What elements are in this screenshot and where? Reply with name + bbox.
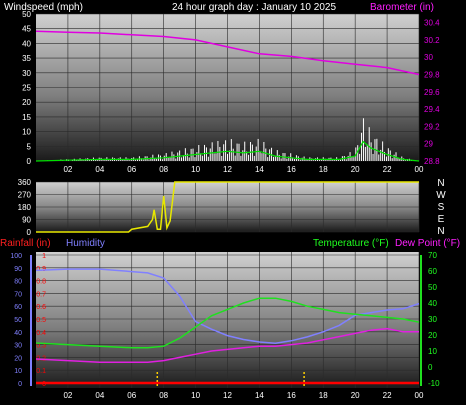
barometer-axis-label: Barometer (in): [370, 2, 434, 13]
top-x-tick-label: 16: [287, 165, 296, 174]
temperature-tick-label: 70: [428, 251, 437, 260]
weather-graph: Windspeed (mph) 24 hour graph day : Janu…: [0, 0, 466, 400]
barometer-tick-label: 30.4: [424, 19, 440, 28]
barometer-tick-label: 29.8: [424, 71, 440, 80]
bottom-x-tick-label: 12: [223, 391, 232, 400]
barometer-tick-label: 30.2: [424, 36, 440, 45]
bottom-x-tick-label: 04: [95, 391, 104, 400]
humidity-tick-label: 30: [14, 343, 22, 350]
rainfall-tick-label: 0.6: [36, 304, 46, 311]
barometer-tick-label: 29.6: [424, 88, 440, 97]
direction-tick-label: 360: [18, 178, 32, 187]
windspeed-tick-label: 35: [22, 54, 31, 63]
humidity-tick-label: 0: [18, 381, 22, 388]
windspeed-tick-label: 15: [22, 113, 31, 122]
top-x-tick-label: 08: [159, 165, 168, 174]
windspeed-tick-label: 25: [22, 84, 31, 93]
bottom-x-tick-label: 08: [159, 391, 168, 400]
top-x-tick-label: 06: [127, 165, 136, 174]
top-x-tick-label: 22: [383, 165, 392, 174]
temperature-tick-label: -10: [428, 379, 440, 388]
humidity-tick-label: 100: [10, 253, 22, 260]
windspeed-tick-label: 20: [22, 98, 31, 107]
direction-tick-label: 180: [18, 203, 32, 212]
dewpoint-axis-label: Dew Point (°F): [395, 238, 460, 249]
temperature-tick-label: 40: [428, 299, 437, 308]
humidity-tick-label: 70: [14, 291, 22, 298]
bottom-x-tick-label: 14: [255, 391, 264, 400]
bottom-x-tick-label: 06: [127, 391, 136, 400]
chart-title: 24 hour graph day : January 10 2025: [172, 2, 336, 13]
top-x-tick-label: 02: [63, 165, 72, 174]
rainfall-tick-label: 0.7: [36, 291, 46, 298]
humidity-tick-label: 50: [14, 317, 22, 324]
direction-tick-label: 270: [18, 191, 32, 200]
barometer-ticks: 30.4 30.2 30 29.8 29.6 29.4 29.2 29 28.8: [424, 19, 440, 166]
windspeed-tick-label: 10: [22, 128, 31, 137]
windspeed-tick-label: 45: [22, 25, 31, 34]
direction-tick-label: 90: [22, 216, 31, 225]
compass-letter: N: [437, 226, 444, 237]
humidity-axis-label: Humidity: [66, 238, 105, 249]
bottom-x-ticks: 02 04 06 08 10 12 14 16 18 20 22 00: [63, 391, 424, 400]
barometer-tick-label: 30: [424, 53, 433, 62]
humidity-tick-label: 80: [14, 279, 22, 286]
compass-letter: E: [438, 214, 445, 225]
bottom-x-tick-label: 16: [287, 391, 296, 400]
compass-labels: NWSEN: [436, 178, 446, 237]
barometer-tick-label: 29: [424, 140, 433, 149]
temperature-axis-label: Temperature (°F): [313, 238, 389, 249]
top-x-tick-label: 12: [223, 165, 232, 174]
compass-letter: W: [436, 190, 446, 201]
bottom-x-tick-label: 00: [415, 391, 424, 400]
barometer-tick-label: 29.4: [424, 105, 440, 114]
direction-ticks: 360 270 180 90 0: [18, 178, 32, 237]
top-x-tick-label: 14: [255, 165, 264, 174]
windspeed-tick-label: 40: [22, 39, 31, 48]
rainfall-tick-label: 0.1: [36, 368, 46, 375]
rainfall-tick-label: 0.5: [36, 317, 46, 324]
windspeed-tick-label: 50: [22, 10, 31, 19]
rainfall-axis-label: Rainfall (in): [0, 238, 51, 249]
temperature-tick-label: 50: [428, 283, 437, 292]
rainfall-tick-label: 0.4: [36, 330, 46, 337]
bottom-x-tick-label: 18: [319, 391, 328, 400]
windspeed-ticks: 50454035302520151050: [22, 10, 31, 166]
bottom-x-tick-label: 10: [191, 391, 200, 400]
top-x-ticks: 02 04 06 08 10 12 14 16 18 20 22 00: [63, 165, 424, 174]
bottom-x-tick-label: 02: [63, 391, 72, 400]
temperature-tick-label: 60: [428, 267, 437, 276]
direction-tick-label: 0: [27, 228, 32, 237]
windspeed-tick-label: 5: [27, 142, 32, 151]
top-x-tick-label: 20: [351, 165, 360, 174]
humidity-tick-label: 20: [14, 355, 22, 362]
windspeed-tick-label: 0: [27, 157, 32, 166]
top-x-tick-label: 04: [95, 165, 104, 174]
bottom-x-tick-label: 22: [383, 391, 392, 400]
rainfall-tick-label: 1: [42, 253, 46, 260]
barometer-tick-label: 28.8: [424, 157, 440, 166]
compass-letter: N: [437, 178, 444, 189]
windspeed-axis-label: Windspeed (mph): [4, 2, 83, 13]
humidity-ticks: 1009080706050403020100: [10, 253, 22, 388]
temperature-tick-label: 10: [428, 347, 437, 356]
humidity-tick-label: 60: [14, 304, 22, 311]
barometer-tick-label: 29.2: [424, 122, 440, 131]
temperature-tick-label: 20: [428, 331, 437, 340]
top-x-tick-label: 18: [319, 165, 328, 174]
top-x-tick-label: 10: [191, 165, 200, 174]
temperature-tick-label: 0: [428, 363, 433, 372]
top-x-tick-label: 00: [415, 165, 424, 174]
humidity-tick-label: 40: [14, 330, 22, 337]
windspeed-tick-label: 30: [22, 69, 31, 78]
humidity-tick-label: 90: [14, 266, 22, 273]
weather-graph-svg: Windspeed (mph) 24 hour graph day : Janu…: [0, 2, 460, 400]
rainfall-tick-label: 0.8: [36, 279, 46, 286]
humidity-tick-label: 10: [14, 368, 22, 375]
bottom-x-tick-label: 20: [351, 391, 360, 400]
compass-letter: S: [438, 202, 445, 213]
temperature-tick-label: 30: [428, 315, 437, 324]
temperature-ticks: 70 60 50 40 30 20 10 0 -10: [428, 251, 440, 388]
